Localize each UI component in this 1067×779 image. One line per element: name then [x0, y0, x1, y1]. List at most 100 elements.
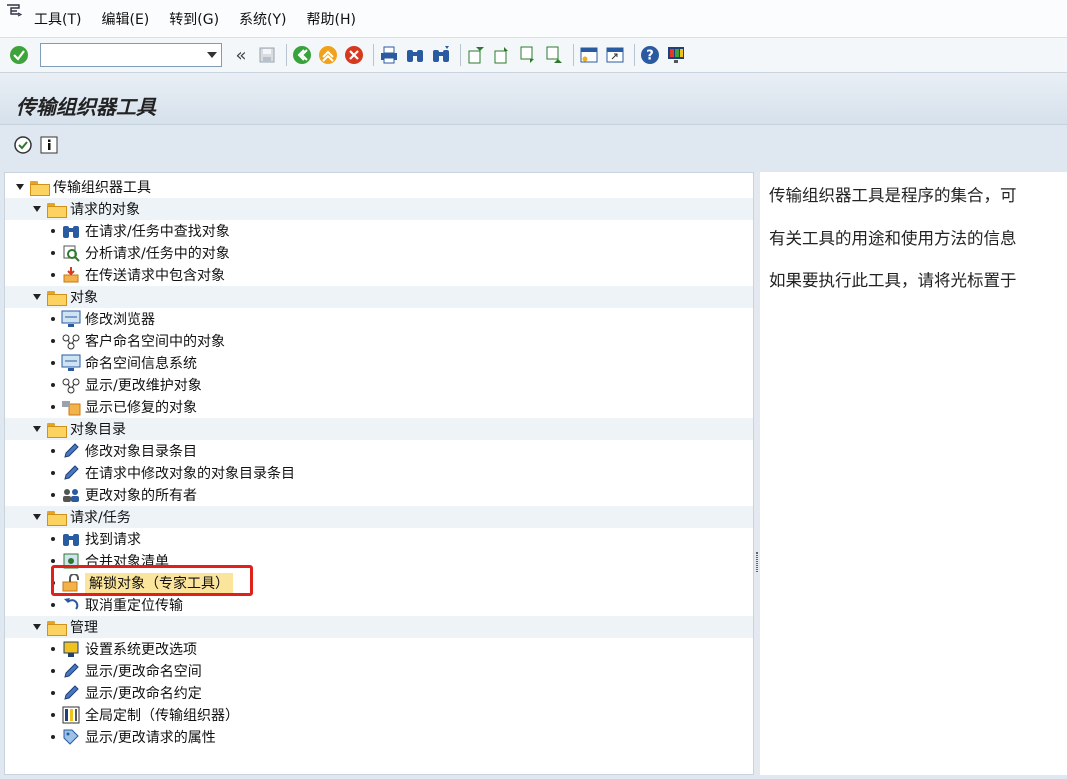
analyze-icon [61, 244, 81, 262]
tree-item-label: 显示/更改命名约定 [85, 686, 202, 702]
toolbar-separator [634, 44, 635, 66]
menu-edit[interactable]: 编辑(E) [101, 9, 149, 29]
tree-item[interactable]: 取消重定位传输 [5, 594, 753, 616]
tree-item-label: 全局定制（传输组织器） [85, 708, 239, 724]
pencil-icon [61, 442, 81, 460]
tree-item[interactable]: 显示/更改命名约定 [5, 682, 753, 704]
svg-text:?: ? [646, 49, 654, 64]
tree-item-label: 显示/更改请求的属性 [85, 730, 216, 746]
folder-open-icon [30, 180, 50, 196]
save-icon[interactable] [256, 44, 278, 66]
tree-folder-object-directory[interactable]: 对象目录 [5, 418, 753, 440]
execute-icon[interactable] [12, 134, 34, 156]
bullet [51, 405, 55, 409]
command-input[interactable] [41, 44, 201, 66]
new-session-icon[interactable] [578, 44, 600, 66]
tree-item[interactable]: 更改对象的所有者 [5, 484, 753, 506]
next-page-icon[interactable] [517, 44, 539, 66]
tree-item[interactable]: 修改对象目录条目 [5, 440, 753, 462]
monitor-icon [61, 310, 81, 328]
include-object-icon [61, 266, 81, 284]
expand-toggle-icon[interactable] [33, 294, 41, 300]
tree-root[interactable]: 传输组织器工具 [5, 176, 753, 198]
highlight-annotation [51, 565, 253, 596]
hierarchy-icon [61, 332, 81, 350]
expand-toggle-icon[interactable] [33, 514, 41, 520]
print-icon[interactable] [378, 44, 400, 66]
tree-item[interactable]: 显示/更改命名空间 [5, 660, 753, 682]
toolbar-separator [373, 44, 374, 66]
tree-folder-administration[interactable]: 管理 [5, 616, 753, 638]
command-field[interactable] [40, 43, 222, 67]
menu-bar: 工具(T) 编辑(E) 转到(G) 系统(Y) 帮助(H) [0, 0, 1067, 38]
tree-item-label: 分析请求/任务中的对象 [85, 246, 230, 262]
tree-item[interactable]: 全局定制（传输组织器） [5, 704, 753, 726]
tree-item-label: 设置系统更改选项 [85, 642, 197, 658]
tree-item[interactable]: 显示已修复的对象 [5, 396, 753, 418]
expand-toggle-icon[interactable] [33, 624, 41, 630]
tree-item[interactable]: 客户命名空间中的对象 [5, 330, 753, 352]
settings-icon [61, 640, 81, 658]
menu-help[interactable]: 帮助(H) [307, 9, 356, 29]
shortcut-icon[interactable] [604, 44, 626, 66]
bullet [51, 691, 55, 695]
menu-tools[interactable]: 工具(T) [34, 9, 81, 29]
first-page-icon[interactable] [465, 44, 487, 66]
chevron-down-icon[interactable] [207, 52, 217, 58]
find-next-icon[interactable] [430, 44, 452, 66]
tree-item-label: 修改浏览器 [85, 312, 155, 328]
tree-item-label: 在传送请求中包含对象 [85, 268, 225, 284]
tree-item[interactable]: 在请求中修改对象的对象目录条目 [5, 462, 753, 484]
last-page-icon[interactable] [543, 44, 565, 66]
tree-item[interactable]: 找到请求 [5, 528, 753, 550]
tree-item[interactable]: 命名空间信息系统 [5, 352, 753, 374]
bullet [51, 317, 55, 321]
toolbar-separator [573, 44, 574, 66]
information-icon[interactable] [38, 134, 60, 156]
tree-item[interactable]: 设置系统更改选项 [5, 638, 753, 660]
tree-panel: 传输组织器工具 请求的对象 在请求/任务中查找对象 分析请求/任务中的对象 在传… [4, 172, 754, 775]
tree-item-label: 取消重定位传输 [85, 598, 183, 614]
find-icon[interactable] [404, 44, 426, 66]
menu-goto[interactable]: 转到(G) [169, 9, 219, 29]
folder-open-icon [47, 202, 67, 218]
tag-icon [61, 728, 81, 746]
folder-open-icon [47, 510, 67, 526]
menu-system[interactable]: 系统(Y) [239, 9, 286, 29]
back-icon[interactable] [291, 44, 313, 66]
collapse-command-icon[interactable]: « [230, 44, 252, 66]
tree-folder-request-objects[interactable]: 请求的对象 [5, 198, 753, 220]
expand-toggle-icon[interactable] [33, 206, 41, 212]
bullet [51, 229, 55, 233]
bullet [51, 713, 55, 717]
tree-item-label: 客户命名空间中的对象 [85, 334, 225, 350]
application-toolbar [0, 125, 1067, 165]
table-icon [61, 706, 81, 724]
tree-item[interactable]: 显示/更改请求的属性 [5, 726, 753, 748]
bullet [51, 251, 55, 255]
tree-folder-objects[interactable]: 对象 [5, 286, 753, 308]
tree-item[interactable]: 在传送请求中包含对象 [5, 264, 753, 286]
splitter-grip-icon[interactable] [756, 552, 758, 572]
tree-item[interactable]: 在请求/任务中查找对象 [5, 220, 753, 242]
folder-open-icon [47, 620, 67, 636]
help-icon[interactable]: ? [639, 44, 661, 66]
binoculars-icon [61, 222, 81, 240]
tree-item-label: 显示已修复的对象 [85, 400, 197, 416]
exit-icon[interactable] [317, 44, 339, 66]
layout-menu-icon[interactable] [665, 44, 687, 66]
tree-item[interactable]: 修改浏览器 [5, 308, 753, 330]
cancel-icon[interactable] [343, 44, 365, 66]
tree-folder-label: 请求/任务 [70, 510, 131, 526]
tree-item-label: 在请求中修改对象的对象目录条目 [85, 466, 295, 482]
tree-folder-label: 管理 [70, 620, 98, 636]
tree-folder-requests-tasks[interactable]: 请求/任务 [5, 506, 753, 528]
tree-item[interactable]: 分析请求/任务中的对象 [5, 242, 753, 264]
tree-item[interactable]: 显示/更改维护对象 [5, 374, 753, 396]
expand-toggle-icon[interactable] [33, 426, 41, 432]
enter-check-icon[interactable] [8, 44, 30, 66]
bullet [51, 493, 55, 497]
menu-logo-icon[interactable] [0, 0, 28, 38]
previous-page-icon[interactable] [491, 44, 513, 66]
expand-toggle-icon[interactable] [16, 184, 24, 190]
